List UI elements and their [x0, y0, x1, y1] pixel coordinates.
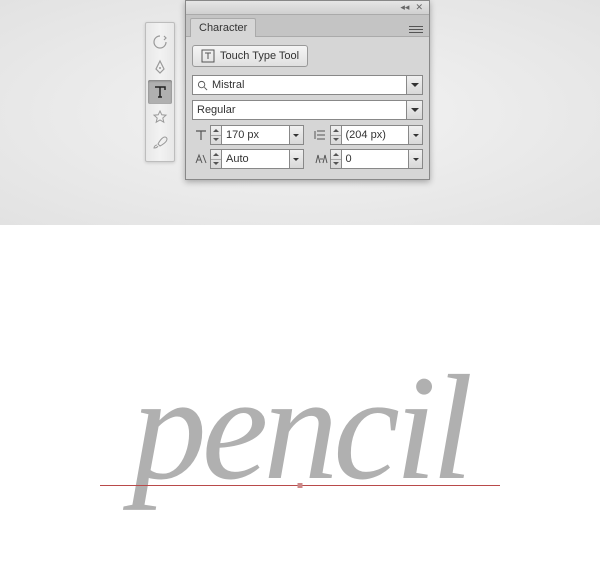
font-size-stepper[interactable]	[210, 125, 222, 145]
font-family-dropdown[interactable]	[407, 75, 423, 95]
kerning-dropdown[interactable]	[290, 149, 304, 169]
character-panel: ◂◂ ✕ Character Touch Type Tool Mistral	[185, 0, 430, 180]
rotate-tool-icon[interactable]	[148, 30, 172, 54]
font-family-input[interactable]: Mistral	[192, 75, 407, 95]
leading-input[interactable]: (204 px)	[342, 125, 410, 145]
font-style-value: Regular	[197, 104, 236, 116]
text-baseline[interactable]	[100, 485, 500, 486]
leading-icon	[312, 128, 330, 142]
pen-tool-icon[interactable]	[148, 55, 172, 79]
tracking-input[interactable]: 0	[342, 149, 410, 169]
baseline-handle-icon[interactable]	[298, 483, 303, 488]
panel-body: Touch Type Tool Mistral Regular	[186, 37, 429, 179]
collapse-icon[interactable]: ◂◂	[400, 2, 409, 13]
tracking-dropdown[interactable]	[409, 149, 423, 169]
touch-type-icon	[201, 49, 215, 63]
artboard[interactable]: pencil	[0, 225, 600, 570]
panel-menu-icon[interactable]	[409, 22, 425, 36]
font-size-icon	[192, 128, 210, 142]
close-icon[interactable]: ✕	[415, 2, 423, 13]
workspace-top: ◂◂ ✕ Character Touch Type Tool Mistral	[0, 0, 600, 225]
kerning-stepper[interactable]	[210, 149, 222, 169]
leading-dropdown[interactable]	[409, 125, 423, 145]
tracking-stepper[interactable]	[330, 149, 342, 169]
tab-character[interactable]: Character	[190, 18, 256, 37]
brush-tool-icon[interactable]	[148, 130, 172, 154]
panel-tabs: Character	[186, 15, 429, 37]
toolbox	[145, 22, 175, 162]
touch-type-label: Touch Type Tool	[220, 50, 299, 62]
kerning-input[interactable]: Auto	[222, 149, 290, 169]
tracking-icon	[312, 152, 330, 166]
search-icon	[197, 80, 208, 91]
leading-stepper[interactable]	[330, 125, 342, 145]
font-style-dropdown[interactable]	[407, 100, 423, 120]
touch-type-tool-button[interactable]: Touch Type Tool	[192, 45, 308, 67]
font-style-input[interactable]: Regular	[192, 100, 407, 120]
font-family-value: Mistral	[212, 79, 244, 91]
type-tool-icon[interactable]	[148, 80, 172, 104]
font-size-dropdown[interactable]	[290, 125, 304, 145]
kerning-icon	[192, 152, 210, 166]
panel-header: ◂◂ ✕	[186, 1, 429, 15]
star-tool-icon[interactable]	[148, 105, 172, 129]
font-size-input[interactable]: 170 px	[222, 125, 290, 145]
